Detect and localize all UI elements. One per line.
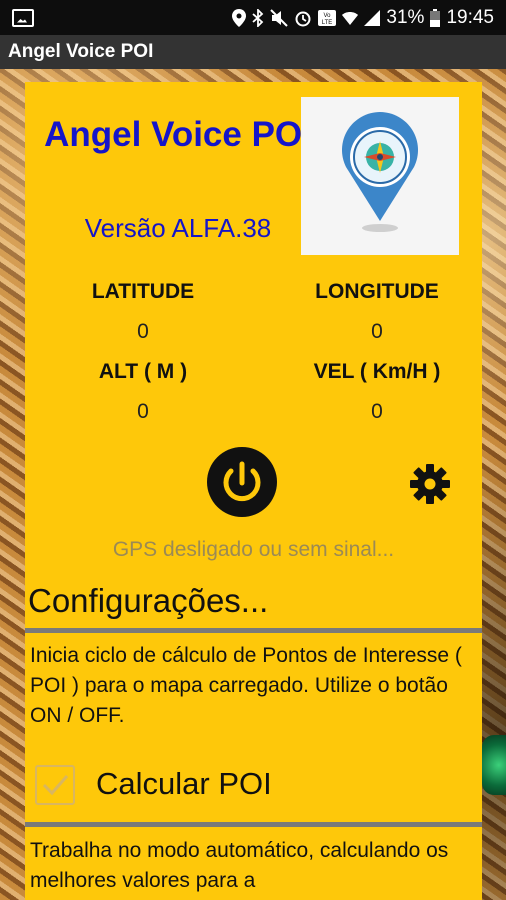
battery-icon <box>430 8 441 27</box>
longitude-value: 0 <box>371 320 383 343</box>
alt-label: ALT ( M ) <box>98 360 188 383</box>
power-button[interactable] <box>207 447 277 517</box>
config-description: Inicia ciclo de cálculo de Pontos de Int… <box>30 644 462 727</box>
wifi-icon <box>342 11 359 25</box>
gallery-icon <box>12 8 34 27</box>
signal-icon <box>364 9 381 26</box>
gear-icon <box>410 464 450 504</box>
clock: 19:45 <box>446 6 494 28</box>
divider <box>25 628 482 633</box>
map-pin-compass-icon <box>301 97 459 255</box>
checkmark-icon <box>42 775 69 796</box>
calcular-poi-checkbox[interactable] <box>35 765 75 805</box>
alarm-icon <box>295 11 311 26</box>
auto-mode-description: Trabalha no modo automático, calculando … <box>30 839 449 892</box>
power-icon <box>223 461 261 502</box>
vel-value: 0 <box>371 400 383 423</box>
config-title: Configurações... <box>28 582 269 619</box>
settings-button[interactable] <box>409 463 451 505</box>
divider <box>25 822 482 827</box>
alt-value: 0 <box>137 400 149 423</box>
longitude-label: LONGITUDE <box>315 280 439 303</box>
gps-status-text: GPS desligado ou sem sinal... <box>112 538 395 561</box>
location-icon <box>232 8 247 27</box>
battery-percent: 31% <box>386 6 425 28</box>
vel-label: VEL ( Km/H ) <box>313 360 441 383</box>
background-gem <box>482 735 506 795</box>
latitude-value: 0 <box>137 320 149 343</box>
latitude-label: LATITUDE <box>91 280 195 303</box>
volte-icon: VoLTE <box>318 9 337 26</box>
mute-icon <box>270 8 289 27</box>
svg-text:LTE: LTE <box>322 20 333 26</box>
app-bar: Angel Voice POI <box>0 35 506 69</box>
status-bar: Vo LTE 31% 19:45 <box>0 0 506 35</box>
svg-text:Vo: Vo <box>324 13 332 19</box>
calcular-poi-label[interactable]: Calcular POI <box>96 766 272 802</box>
bluetooth-icon <box>252 8 264 27</box>
app-bar-title: Angel Voice POI <box>8 41 154 62</box>
